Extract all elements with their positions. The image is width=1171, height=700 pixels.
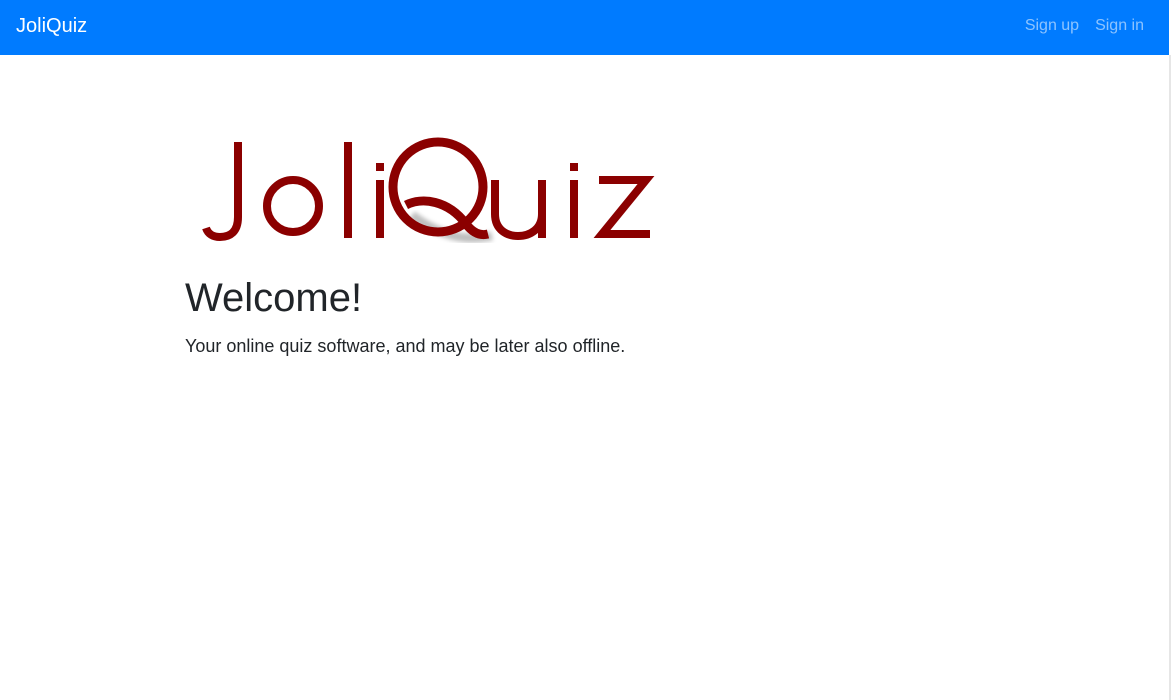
sign-in-link[interactable]: Sign in [1095, 16, 1144, 36]
page: JoliQuiz Sign up Sign in Welcome! Your o… [0, 0, 1171, 700]
top-navbar: JoliQuiz Sign up Sign in [0, 0, 1169, 55]
joliquiz-logo [190, 130, 670, 255]
sign-up-link[interactable]: Sign up [1025, 16, 1079, 36]
brand-link[interactable]: JoliQuiz [16, 14, 87, 38]
nav-links: Sign up Sign in [1025, 16, 1144, 36]
page-title: Welcome! [185, 276, 363, 320]
page-subtitle: Your online quiz software, and may be la… [185, 336, 626, 356]
